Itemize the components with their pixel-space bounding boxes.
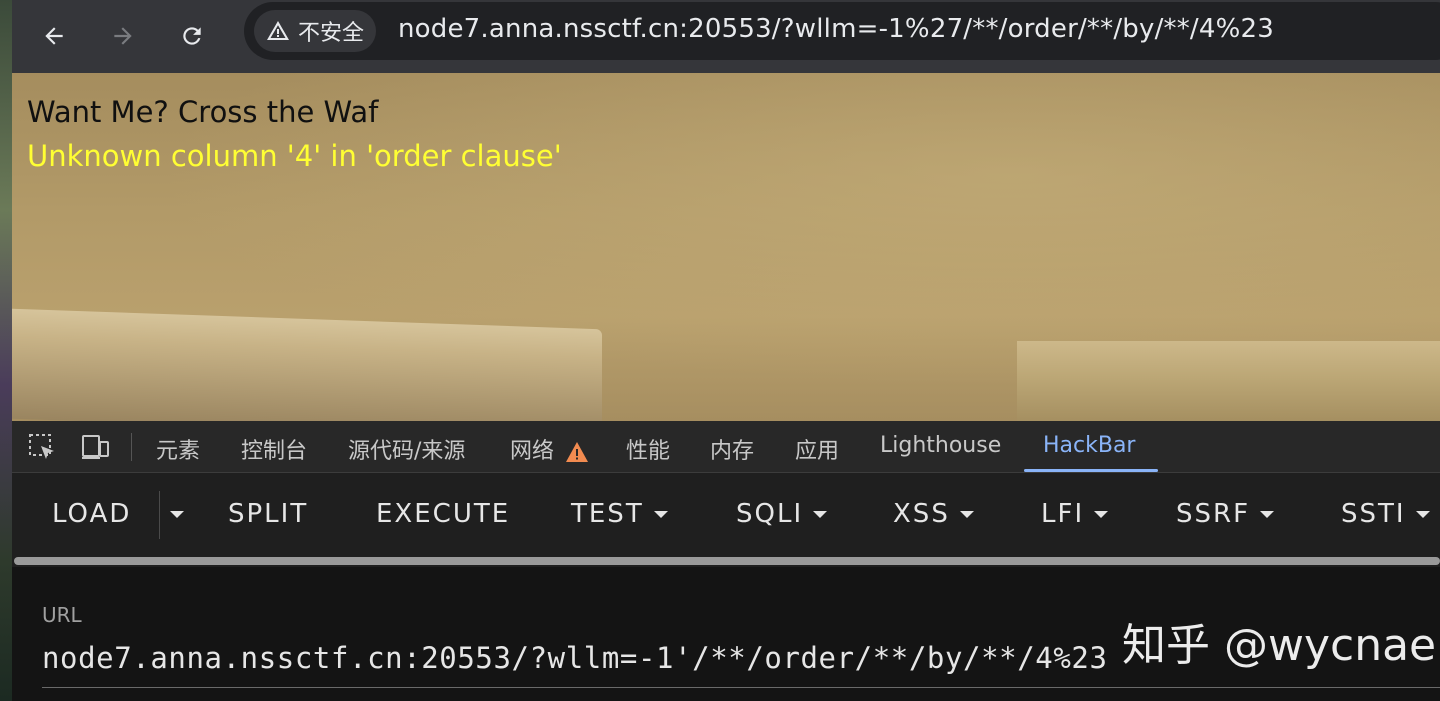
load-button[interactable]: LOAD xyxy=(52,499,131,529)
active-tab-indicator xyxy=(1024,469,1158,472)
security-label: 不安全 xyxy=(298,21,365,46)
tab-elements[interactable]: 元素 xyxy=(156,433,200,465)
device-toolbar-icon[interactable] xyxy=(80,432,110,462)
split-button[interactable]: SPLIT xyxy=(228,499,308,529)
hackbar-toolbar: LOAD SPLIT EXECUTE TEST SQLI XSS LFI SSR… xyxy=(12,473,1440,555)
tab-network[interactable]: 网络 xyxy=(510,433,589,465)
test-menu-label: TEST xyxy=(571,499,644,529)
xss-menu-button[interactable]: XSS xyxy=(893,499,974,529)
reload-button[interactable] xyxy=(170,14,214,58)
url-textarea[interactable]: node7.anna.nssctf.cn:20553/?wllm=-1'/**/… xyxy=(42,641,1108,675)
chevron-down-icon xyxy=(1094,510,1109,518)
back-arrow-icon xyxy=(45,27,63,45)
forward-arrow-icon xyxy=(114,27,132,45)
browser-toolbar: 不安全 node7.anna.nssctf.cn:20553/?wllm=-1%… xyxy=(12,0,1440,73)
tab-hackbar[interactable]: HackBar xyxy=(1043,433,1135,458)
xss-menu-label: XSS xyxy=(893,499,950,529)
horizontal-scrollbar-thumb[interactable] xyxy=(14,557,1440,565)
page-heading: Want Me? Cross the Waf xyxy=(27,95,379,129)
inspect-element-icon[interactable] xyxy=(27,432,57,462)
reload-icon xyxy=(183,27,201,45)
sqli-menu-button[interactable]: SQLI xyxy=(736,499,828,529)
chevron-down-icon xyxy=(959,510,974,518)
address-bar[interactable]: 不安全 node7.anna.nssctf.cn:20553/?wllm=-1%… xyxy=(244,2,1440,60)
url-field-underline xyxy=(42,687,1440,688)
tab-console[interactable]: 控制台 xyxy=(241,433,307,465)
devtools-tab-bar: 元素 控制台 源代码/来源 网络 性能 内存 应用 Lighthouse Hac… xyxy=(12,421,1440,473)
tab-lighthouse[interactable]: Lighthouse xyxy=(880,433,1001,458)
ssrf-menu-label: SSRF xyxy=(1176,499,1251,529)
sql-error-message: Unknown column '4' in 'order clause' xyxy=(27,139,562,173)
chevron-down-icon xyxy=(1260,510,1275,518)
background-photo-ledge xyxy=(12,308,602,421)
tab-performance[interactable]: 性能 xyxy=(626,433,670,465)
load-options-dropdown-icon[interactable] xyxy=(170,511,184,518)
desktop-background-strip xyxy=(0,0,12,701)
network-warning-icon xyxy=(566,442,589,462)
ssrf-menu-button[interactable]: SSRF xyxy=(1176,499,1275,529)
warning-icon xyxy=(267,21,289,40)
address-text[interactable]: node7.anna.nssctf.cn:20553/?wllm=-1%27/*… xyxy=(398,14,1274,44)
execute-button[interactable]: EXECUTE xyxy=(376,499,510,529)
hackbar-url-panel: URL node7.anna.nssctf.cn:20553/?wllm=-1'… xyxy=(12,567,1440,701)
ssti-menu-label: SSTI xyxy=(1341,499,1406,529)
page-viewport: Want Me? Cross the Waf Unknown column '4… xyxy=(12,73,1440,421)
chevron-down-icon xyxy=(653,510,668,518)
back-button[interactable] xyxy=(32,14,76,58)
tab-network-label: 网络 xyxy=(510,439,555,464)
toolbar-divider xyxy=(131,433,132,461)
load-button-label: LOAD xyxy=(52,499,132,529)
watermark: 知乎 @wycnae xyxy=(1122,620,1437,671)
url-field-label: URL xyxy=(42,603,82,627)
load-split-divider xyxy=(159,491,160,539)
chevron-down-icon xyxy=(813,510,828,518)
security-chip[interactable]: 不安全 xyxy=(254,10,376,52)
chevron-down-icon xyxy=(1415,510,1430,518)
execute-button-label: EXECUTE xyxy=(376,499,511,529)
background-photo-ledge xyxy=(1017,341,1440,421)
test-menu-button[interactable]: TEST xyxy=(571,499,668,529)
forward-button[interactable] xyxy=(101,14,145,58)
lfi-menu-button[interactable]: LFI xyxy=(1041,499,1109,529)
sqli-menu-label: SQLI xyxy=(736,499,804,529)
tab-memory[interactable]: 内存 xyxy=(710,433,754,465)
tab-application[interactable]: 应用 xyxy=(795,433,839,465)
tab-sources[interactable]: 源代码/来源 xyxy=(348,433,465,465)
split-button-label: SPLIT xyxy=(228,499,309,529)
ssti-menu-button[interactable]: SSTI xyxy=(1341,499,1430,529)
lfi-menu-label: LFI xyxy=(1041,499,1085,529)
